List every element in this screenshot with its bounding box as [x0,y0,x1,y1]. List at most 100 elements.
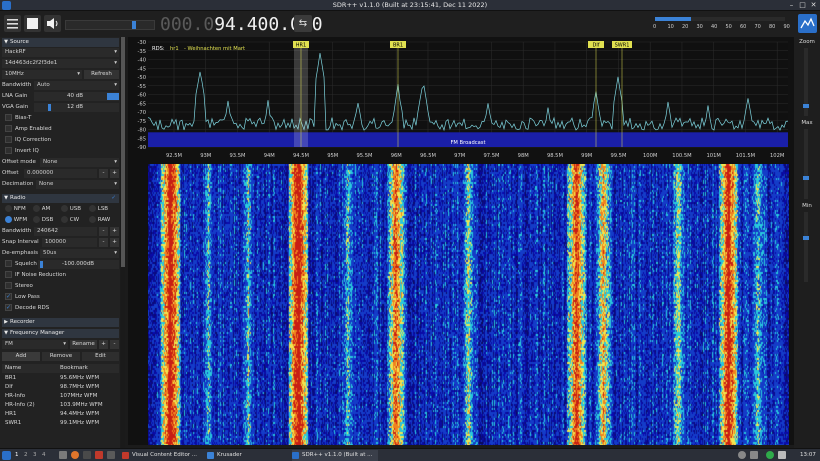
sidebar-scrollbar[interactable] [121,37,125,448]
if-nr-row[interactable]: IF Noise Reduction [2,271,119,280]
mode-nfm-radio[interactable]: NFM [5,205,26,214]
task-krusader[interactable]: Krusader [207,450,287,461]
rename-button[interactable]: Rename [70,340,97,349]
mode-usb-radio[interactable]: USB [61,205,81,214]
maximize-icon[interactable]: □ [798,1,807,10]
invert-iq-checkbox[interactable] [5,147,12,154]
fft-spectrum[interactable]: -30 -35 -40 -45 -50 -55 -60 -65 -70 -75 -80 -85 -90 9… [128,37,794,164]
snap-input[interactable]: 100000 [42,238,97,247]
bookmark-row[interactable]: HR-Info (2) 103.9MHz WFM [2,401,119,410]
bookmark-row[interactable]: HR1 94.4MHz WFM [2,410,119,419]
amp-row[interactable]: Amp Enabled [2,125,119,134]
radio-dot[interactable] [5,216,12,223]
recorder-header[interactable]: ▶ Recorder [2,318,119,327]
app-icon-red[interactable] [95,451,103,459]
decode-rds-row[interactable]: ✓ Decode RDS [2,304,119,313]
radio-dot[interactable] [89,216,96,223]
tray-icon-3[interactable] [766,451,774,459]
bookmark-row[interactable]: Dlf 98.7MHz WFM [2,383,119,392]
vga-gain-knob[interactable] [48,104,51,111]
decimation-select[interactable]: None ▾ [36,180,119,189]
tray-icon-4[interactable] [778,451,786,459]
low-pass-checkbox[interactable]: ✓ [5,293,12,300]
iq-correction-row[interactable]: IQ Correction [2,136,119,145]
mode-lsb-radio[interactable]: LSB [89,205,108,214]
list-select[interactable]: FM ▾ [2,340,68,349]
lna-gain-slider[interactable]: 40 dB [34,92,119,101]
iq-correction-checkbox[interactable] [5,136,12,143]
invert-iq-row[interactable]: Invert IQ [2,147,119,156]
swap-button[interactable]: ⇆ [294,15,312,32]
firefox-icon[interactable] [71,451,79,459]
vga-gain-slider[interactable]: 12 dB [34,103,119,112]
minimize-icon[interactable]: – [787,1,796,10]
edit-button[interactable]: Edit [82,352,119,361]
squelch-knob[interactable] [40,261,43,268]
offset-mode-select[interactable]: None ▾ [40,158,119,167]
volume-knob[interactable] [132,21,136,29]
desktop-2[interactable]: 2 [24,452,28,458]
radio-dot[interactable] [61,216,68,223]
add-button[interactable]: Add [2,352,40,361]
zoom-knob[interactable] [803,104,809,108]
serial-select[interactable]: 14d463dc2f2f3de1 ▾ [2,59,119,68]
mute-button[interactable] [44,15,61,32]
start-menu-icon[interactable] [2,451,11,460]
menu-button[interactable] [4,15,21,32]
snap-minus-button[interactable]: - [99,238,108,247]
bandwidth-select[interactable]: Auto ▾ [34,81,119,90]
radio-dot[interactable] [5,205,12,212]
refresh-button[interactable]: Refresh [84,70,119,79]
scrollbar-thumb[interactable] [121,37,125,267]
list-add-button[interactable]: + [99,340,108,349]
radio-dot[interactable] [61,205,68,212]
snap-plus-button[interactable]: + [110,238,119,247]
offset-minus-button[interactable]: - [99,169,108,178]
radio-dot[interactable] [89,205,96,212]
bias-t-checkbox[interactable] [5,114,12,121]
amp-checkbox[interactable] [5,125,12,132]
deemphasis-select[interactable]: 50us ▾ [40,249,119,258]
stereo-checkbox[interactable] [5,282,12,289]
bias-t-row[interactable]: Bias-T [2,114,119,123]
lna-gain-knob[interactable] [107,93,119,100]
remove-button[interactable]: Remove [42,352,80,361]
mode-am-radio[interactable]: AM [33,205,50,214]
min-slider[interactable] [804,212,808,282]
radio-dot[interactable] [33,205,40,212]
stop-button[interactable] [24,15,41,32]
files-icon[interactable] [59,451,67,459]
radio-dot[interactable] [33,216,40,223]
radio-bandwidth-input[interactable]: 240642 [34,227,97,236]
terminal-icon[interactable] [83,451,91,459]
max-knob[interactable] [803,176,809,180]
app-icon-gray[interactable] [107,451,115,459]
mode-raw-radio[interactable]: RAW [89,216,110,225]
freq-manager-header[interactable]: ▼ Frequency Manager [2,329,119,338]
bookmark-row[interactable]: HR-Info 107MHz WFM [2,392,119,401]
list-remove-button[interactable]: - [110,340,119,349]
frequency-leading-digits[interactable]: 000.0 [160,14,214,35]
decode-rds-checkbox[interactable]: ✓ [5,304,12,311]
max-slider[interactable] [804,129,808,199]
volume-slider[interactable] [65,20,155,30]
tray-icon-2[interactable] [750,451,758,459]
desktop-1[interactable]: 1 [15,452,19,458]
waterfall[interactable] [148,164,789,445]
samplerate-select[interactable]: 10MHz ▾ [2,70,82,79]
squelch-checkbox[interactable] [5,260,12,267]
desktop-3[interactable]: 3 [33,452,37,458]
mode-cw-radio[interactable]: CW [61,216,79,225]
radio-header[interactable]: ▼ Radio ✓ [2,194,119,203]
source-header[interactable]: ▼ Source [2,38,119,47]
bookmark-row[interactable]: BR1 95.6MHz WFM [2,374,119,383]
bandwidth-minus-button[interactable]: - [99,227,108,236]
bookmark-row[interactable]: SWR1 99.1MHz WFM [2,419,119,428]
desktop-4[interactable]: 4 [42,452,46,458]
if-nr-checkbox[interactable] [5,271,12,278]
task-sdrpp[interactable]: SDR++ v1.1.0 (Built at ... [292,450,378,461]
squelch-slider[interactable]: -100.000dB [38,260,119,269]
offset-plus-button[interactable]: + [110,169,119,178]
task-visual-editor[interactable]: Visual Content Editor ... [122,450,204,461]
mode-dsb-radio[interactable]: DSB [33,216,53,225]
